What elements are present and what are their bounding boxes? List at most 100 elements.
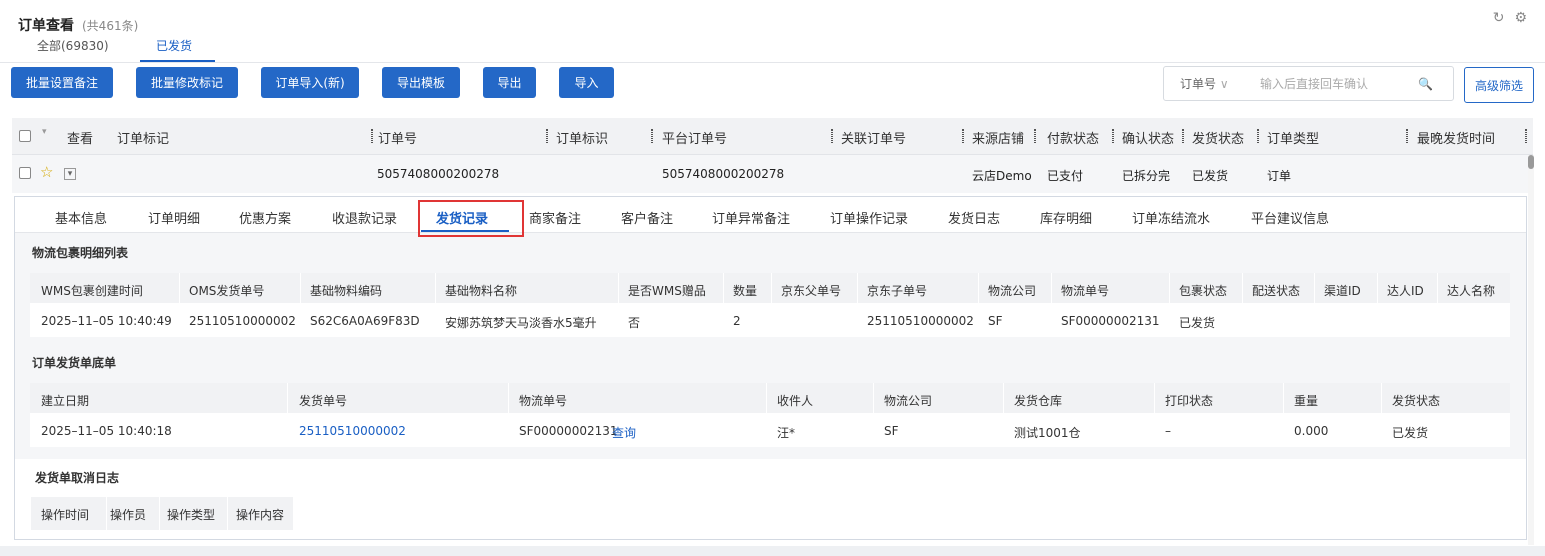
col-source-shop[interactable]: 来源店铺 — [972, 128, 1024, 147]
refresh-icon[interactable]: ↻ — [1493, 10, 1505, 26]
import-button[interactable]: 导入 — [559, 67, 614, 98]
cell-jd-child: 25110510000002 — [867, 314, 974, 328]
col-weight: 重量 — [1294, 394, 1319, 408]
select-all-checkbox[interactable] — [19, 130, 31, 142]
cell-logistics-no: SF00000002131 — [1061, 314, 1160, 328]
delivery-table-header: 建立日期 发货单号 物流单号 收件人 物流公司 发货仓库 打印状态 重量 发货状… — [30, 383, 1510, 413]
col-order-flag[interactable]: 订单标记 — [117, 128, 169, 147]
active-tab-underline — [140, 60, 215, 62]
search-type-select[interactable]: 订单号 ∨ — [1164, 75, 1260, 92]
order-detail-panel: 基本信息 订单明细 优惠方案 收退款记录 发货记录 商家备注 客户备注 订单异常… — [14, 196, 1527, 540]
col-logistics-no: 物流单号 — [519, 394, 568, 408]
tab-operation-log[interactable]: 订单操作记录 — [830, 208, 908, 227]
tab-order-details[interactable]: 订单明细 — [148, 208, 200, 227]
order-count: (共461条) — [82, 19, 139, 33]
col-order-no[interactable]: 订单号 — [378, 128, 417, 147]
col-wms-time: WMS包裹创建时间 — [41, 284, 143, 298]
table-header: ▾ 查看 订单标记 订单号 订单标识 平台订单号 关联订单号 来源店铺 付款状态… — [12, 118, 1533, 155]
tab-shipped[interactable]: 已发货 — [156, 37, 192, 54]
star-icon[interactable]: ☆ — [40, 163, 53, 181]
col-delivery-no: 发货单号 — [299, 394, 348, 408]
col-platform-no[interactable]: 平台订单号 — [662, 128, 727, 147]
settings-icon[interactable]: ⚙ — [1514, 10, 1527, 26]
col-influencer-name: 达人名称 — [1447, 284, 1496, 298]
cell-oms-no: 25110510000002 — [189, 314, 296, 328]
cell-print-status: – — [1165, 424, 1171, 438]
col-op-time: 操作时间 — [41, 508, 90, 522]
cell-material-code: S62C6A0A69F83D — [310, 314, 420, 328]
tab-freeze-flow[interactable]: 订单冻结流水 — [1132, 208, 1210, 227]
col-pay-status[interactable]: 付款状态 — [1047, 128, 1099, 147]
col-resizer[interactable] — [962, 129, 964, 143]
col-resizer[interactable] — [1034, 129, 1036, 143]
tab-refunds[interactable]: 收退款记录 — [332, 208, 397, 227]
tab-customer-notes[interactable]: 客户备注 — [621, 208, 673, 227]
col-related-no[interactable]: 关联订单号 — [841, 128, 906, 147]
source-shop: 云店Demo — [972, 169, 1032, 183]
col-latest-ship-time[interactable]: 最晚发货时间 — [1417, 128, 1495, 147]
cell-wms-time: 2025–11–05 10:40:49 — [41, 314, 172, 328]
cell-weight: 0.000 — [1294, 424, 1329, 438]
expand-icon[interactable]: ▾ — [64, 168, 76, 180]
export-button[interactable]: 导出 — [483, 67, 536, 98]
tab-shipping-log[interactable]: 发货日志 — [948, 208, 1000, 227]
page-title: 订单查看 — [18, 18, 74, 34]
col-resizer[interactable] — [371, 129, 373, 143]
cell-logistics-co: SF — [988, 314, 1003, 328]
col-ship-status: 发货状态 — [1392, 394, 1441, 408]
chevron-down-icon: ∨ — [1219, 77, 1229, 91]
col-delivery-status: 配送状态 — [1252, 284, 1301, 298]
export-template-button[interactable]: 导出模板 — [382, 67, 460, 98]
advanced-filter-button[interactable]: 高级筛选 — [1464, 67, 1534, 103]
search-icon[interactable]: 🔍 — [1418, 77, 1433, 91]
col-order-type[interactable]: 订单类型 — [1267, 128, 1319, 147]
batch-flag-button[interactable]: 批量修改标记 — [136, 67, 238, 98]
col-resizer[interactable] — [831, 129, 833, 143]
col-logistics-co: 物流公司 — [884, 394, 933, 408]
col-operator: 操作员 — [110, 508, 147, 522]
col-resizer[interactable] — [1525, 129, 1527, 143]
col-ship-status[interactable]: 发货状态 — [1192, 128, 1244, 147]
cell-parcel-status: 已发货 — [1179, 316, 1216, 330]
header-icons: ↻ ⚙ — [1493, 10, 1527, 26]
col-resizer[interactable] — [546, 129, 548, 143]
col-resizer[interactable] — [1257, 129, 1259, 143]
tab-divider — [0, 62, 1545, 63]
col-resizer[interactable] — [651, 129, 653, 143]
tab-platform-advice[interactable]: 平台建议信息 — [1251, 208, 1329, 227]
tab-discounts[interactable]: 优惠方案 — [239, 208, 291, 227]
query-link[interactable]: 查询 — [612, 424, 636, 441]
col-material-code: 基础物料编码 — [310, 284, 383, 298]
cell-warehouse: 测试1001仓 — [1014, 426, 1081, 440]
col-confirm-status[interactable]: 确认状态 — [1122, 128, 1174, 147]
order-no[interactable]: 5057408000200278 — [377, 167, 499, 181]
col-jd-parent: 京东父单号 — [781, 284, 842, 298]
tab-inventory[interactable]: 库存明细 — [1040, 208, 1092, 227]
delivery-table: 建立日期 发货单号 物流单号 收件人 物流公司 发货仓库 打印状态 重量 发货状… — [30, 383, 1510, 447]
search-input[interactable] — [1260, 76, 1410, 91]
order-import-button[interactable]: 订单导入(新) — [261, 67, 359, 98]
col-recipient: 收件人 — [777, 394, 814, 408]
parcel-table: WMS包裹创建时间 OMS发货单号 基础物料编码 基础物料名称 是否WMS赠品 … — [30, 273, 1510, 337]
col-warehouse: 发货仓库 — [1014, 394, 1063, 408]
tab-basic-info[interactable]: 基本信息 — [55, 208, 107, 227]
tab-merchant-notes[interactable]: 商家备注 — [529, 208, 581, 227]
col-resizer[interactable] — [1112, 129, 1114, 143]
table-row[interactable]: ☆ ▾ 5057408000200278 5057408000200278 云店… — [12, 155, 1533, 193]
scrollbar-thumb[interactable] — [1528, 155, 1534, 169]
delivery-section-title: 订单发货单底单 — [32, 356, 117, 370]
platform-order-no: 5057408000200278 — [662, 167, 785, 181]
delivery-no-link[interactable]: 25110510000002 — [299, 424, 406, 438]
cell-quantity: 2 — [733, 314, 741, 328]
col-order-tag[interactable]: 订单标识 — [556, 128, 608, 147]
scrollbar[interactable] — [1528, 155, 1534, 545]
tab-all[interactable]: 全部(69830) — [37, 37, 109, 54]
batch-remark-button[interactable]: 批量设置备注 — [11, 67, 113, 98]
caret-down-icon[interactable]: ▾ — [42, 127, 47, 137]
row-checkbox[interactable] — [19, 167, 31, 179]
tab-exception-notes[interactable]: 订单异常备注 — [712, 208, 790, 227]
col-resizer[interactable] — [1182, 129, 1184, 143]
detail-tabs: 基本信息 订单明细 优惠方案 收退款记录 发货记录 商家备注 客户备注 订单异常… — [15, 197, 1526, 233]
col-resizer[interactable] — [1406, 129, 1408, 143]
col-view[interactable]: 查看 — [67, 128, 93, 147]
